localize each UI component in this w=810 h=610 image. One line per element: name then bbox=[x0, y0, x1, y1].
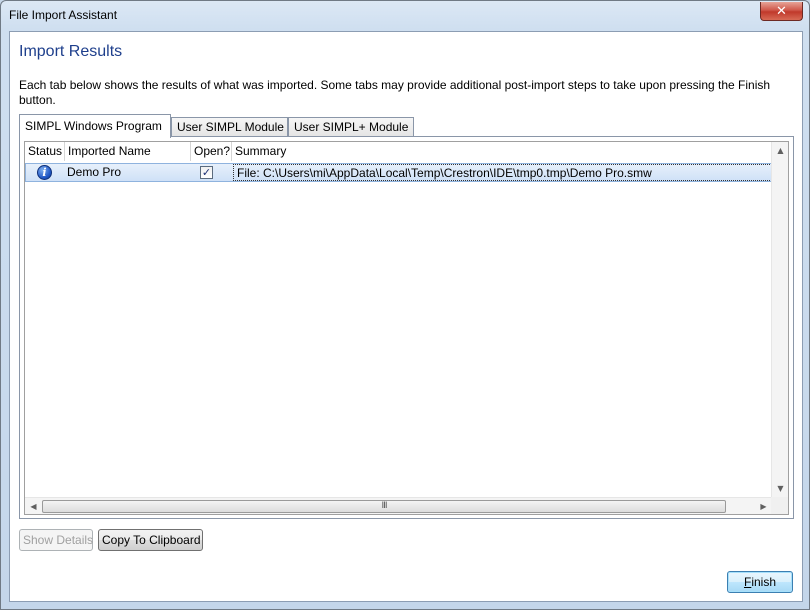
tab-user-simpl-module[interactable]: User SIMPL Module bbox=[171, 117, 288, 137]
close-icon: ✕ bbox=[776, 3, 787, 19]
window-title: File Import Assistant bbox=[9, 8, 118, 22]
title-bar: File Import Assistant ✕ bbox=[1, 1, 809, 29]
copy-to-clipboard-button[interactable]: Copy To Clipboard bbox=[98, 529, 203, 551]
close-button[interactable]: ✕ bbox=[760, 2, 803, 21]
finish-label: inish bbox=[751, 575, 777, 589]
scrollbar-corner bbox=[771, 497, 788, 514]
column-header-imported-name[interactable]: Imported Name bbox=[65, 142, 191, 161]
summary-cell[interactable]: File: C:\Users\mi\AppData\Local\Temp\Cre… bbox=[233, 164, 772, 181]
column-header-open[interactable]: Open? bbox=[191, 142, 232, 161]
scroll-up-icon[interactable]: ▲ bbox=[772, 142, 789, 159]
scroll-right-icon[interactable]: ▶ bbox=[755, 498, 772, 515]
finish-button[interactable]: Finish bbox=[727, 571, 793, 593]
table-row[interactable]: i Demo Pro ✓ File: C:\Users\mi\AppData\L… bbox=[25, 163, 772, 182]
info-icon: i bbox=[37, 165, 52, 180]
show-details-button[interactable]: Show Details bbox=[19, 529, 93, 551]
results-grid: Status Imported Name Open? Summary i Dem… bbox=[24, 141, 789, 515]
column-header-row: Status Imported Name Open? Summary bbox=[25, 142, 772, 161]
page-title: Import Results bbox=[19, 43, 123, 60]
tab-simpl-windows-program[interactable]: SIMPL Windows Program bbox=[19, 114, 171, 138]
dialog-window: File Import Assistant ✕ Import Results E… bbox=[0, 0, 810, 610]
scroll-down-icon[interactable]: ▼ bbox=[772, 480, 789, 497]
tab-panel: Status Imported Name Open? Summary i Dem… bbox=[19, 136, 794, 519]
column-header-status[interactable]: Status bbox=[25, 142, 65, 161]
description-text: Each tab below shows the results of what… bbox=[19, 78, 771, 107]
column-header-summary[interactable]: Summary bbox=[232, 142, 772, 161]
vertical-scrollbar[interactable]: ▲ ▼ bbox=[771, 142, 788, 497]
open-checkbox[interactable]: ✓ bbox=[200, 166, 213, 179]
dialog-content: Import Results Each tab below shows the … bbox=[9, 31, 803, 602]
horizontal-scrollbar[interactable]: ◀ III ▶ bbox=[25, 497, 772, 514]
scroll-left-icon[interactable]: ◀ bbox=[25, 498, 42, 515]
horizontal-scroll-thumb[interactable]: III bbox=[42, 500, 726, 513]
imported-name-cell: Demo Pro bbox=[67, 165, 122, 179]
tab-user-simpl-plus-module[interactable]: User SIMPL+ Module bbox=[288, 117, 414, 137]
summary-text: File: C:\Users\mi\AppData\Local\Temp\Cre… bbox=[237, 166, 652, 180]
